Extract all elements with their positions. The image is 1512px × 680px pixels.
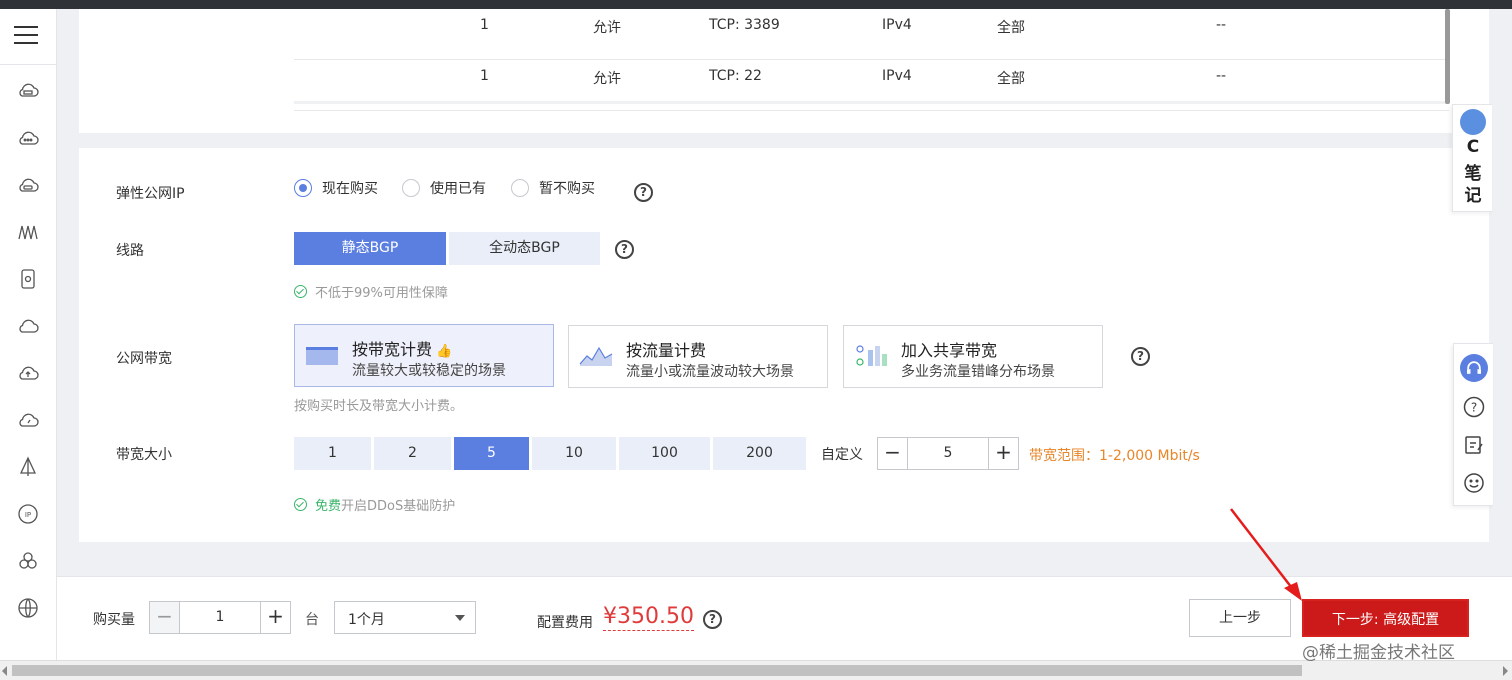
rule-protocol-port: TCP: 3389 xyxy=(709,17,780,33)
cloud-server-icon[interactable] xyxy=(16,79,40,103)
quantity-label: 购买量 xyxy=(93,612,135,628)
security-rules-panel: 1 允许 TCP: 3389 IPv4 全部 -- 1 允许 TCP: 22 I… xyxy=(79,9,1489,133)
cloud-upload-icon[interactable] xyxy=(16,361,40,385)
smiley-icon[interactable] xyxy=(1462,471,1486,495)
menu-icon[interactable] xyxy=(14,26,38,46)
radio-icon xyxy=(402,179,420,197)
rule-protocol-port: TCP: 22 xyxy=(709,68,762,84)
bandwidth-option-2[interactable]: 2 xyxy=(374,437,451,470)
rule-description: -- xyxy=(1216,68,1227,84)
traffic-chart-icon xyxy=(579,342,613,370)
ddos-note: 免费 开启DDoS基础防护 xyxy=(294,495,455,514)
sidebar-divider xyxy=(0,64,57,65)
svg-text:?: ? xyxy=(1471,401,1477,415)
bandwidth-option-5[interactable]: 5 xyxy=(454,437,529,470)
scrollbar-thumb[interactable] xyxy=(12,665,1302,676)
decrement-button[interactable]: − xyxy=(150,602,180,633)
quantity-input[interactable]: 1 xyxy=(180,602,260,633)
eip-option-use-existing[interactable]: 使用已有 xyxy=(402,178,486,198)
mobile-device-icon[interactable] xyxy=(16,267,40,291)
decrement-button[interactable]: − xyxy=(878,438,908,469)
radio-icon xyxy=(511,179,529,197)
increment-button[interactable]: + xyxy=(988,438,1018,469)
rule-type: IPv4 xyxy=(882,68,912,84)
bandwidth-type-label: 公网带宽 xyxy=(116,351,172,367)
rule-priority: 1 xyxy=(480,17,489,33)
billing-by-bandwidth-card[interactable]: 按带宽计费 👍 流量较大或较稳定的场景 xyxy=(294,324,554,387)
fee-label: 配置费用 xyxy=(537,615,593,631)
rules-table: 1 允许 TCP: 3389 IPv4 全部 -- 1 允许 TCP: 22 I… xyxy=(294,9,1449,111)
thumbs-up-icon: 👍 xyxy=(436,344,453,359)
bandwidth-range-text: 带宽范围：1-2,000 Mbit/s xyxy=(1029,448,1200,464)
scroll-left-icon[interactable] xyxy=(2,666,7,676)
bandwidth-option-1[interactable]: 1 xyxy=(294,437,371,470)
left-sidebar: IP xyxy=(0,9,57,660)
check-circle-icon xyxy=(294,285,307,298)
line-help-icon[interactable]: ? xyxy=(615,240,634,259)
bandwidth-option-100[interactable]: 100 xyxy=(619,437,710,470)
table-bottom-border xyxy=(294,101,1449,104)
chevron-down-icon xyxy=(455,615,465,621)
help-icon[interactable]: ? xyxy=(1462,395,1486,419)
eip-option-none[interactable]: 暂不购买 xyxy=(511,178,595,198)
eip-help-icon[interactable]: ? xyxy=(634,183,653,202)
svg-text:IP: IP xyxy=(25,511,31,519)
annotation-arrow xyxy=(1230,508,1302,601)
bandwidth-value-input[interactable]: 5 xyxy=(908,438,988,469)
watermark: @稀土掘金技术社区 xyxy=(1302,643,1455,663)
check-circle-icon xyxy=(294,498,307,511)
cluster-icon[interactable] xyxy=(16,549,40,573)
billing-by-traffic-card[interactable]: 按流量计费 流量小或流量波动较大场景 xyxy=(568,325,828,388)
cloud-dots-icon[interactable] xyxy=(16,126,40,150)
globe-icon[interactable] xyxy=(16,596,40,620)
rule-description: -- xyxy=(1216,17,1227,33)
table-row: 1 允许 TCP: 3389 IPv4 全部 -- xyxy=(294,9,1449,60)
shared-bandwidth-card[interactable]: 加入共享带宽 多业务流量错峰分布场景 xyxy=(843,325,1103,388)
rule-source: 全部 xyxy=(997,71,1025,87)
bandwidth-stepper: − 5 + xyxy=(877,437,1019,470)
network-wave-icon[interactable] xyxy=(16,220,40,244)
radio-selected-icon xyxy=(294,179,312,197)
top-bar xyxy=(0,0,1512,9)
duration-select[interactable]: 1个月 xyxy=(334,601,476,634)
rule-type: IPv4 xyxy=(882,17,912,33)
bandwidth-size-label: 带宽大小 xyxy=(116,447,172,463)
quantity-unit: 台 xyxy=(305,612,319,628)
bandwidth-chart-icon xyxy=(305,341,339,369)
line-availability-note: 不低于99%可用性保障 xyxy=(294,282,448,301)
line-option-dynamic-bgp[interactable]: 全动态BGP xyxy=(449,232,600,265)
shared-bandwidth-icon xyxy=(854,342,888,370)
billing-hint: 按购买时长及带宽大小计费。 xyxy=(294,399,464,414)
rule-policy: 允许 xyxy=(593,20,621,36)
horizontal-scrollbar[interactable] xyxy=(0,660,1512,680)
ip-icon[interactable]: IP xyxy=(16,502,40,526)
sail-icon[interactable] xyxy=(16,455,40,479)
rule-policy: 允许 xyxy=(593,71,621,87)
right-toolbar: ? xyxy=(1453,343,1493,506)
scroll-right-icon[interactable] xyxy=(1503,666,1508,676)
cloud-icon[interactable] xyxy=(16,314,40,338)
feedback-edit-icon[interactable] xyxy=(1462,433,1486,457)
note-plugin-icon xyxy=(1460,109,1486,135)
price-value[interactable]: ¥350.50 xyxy=(603,604,694,631)
quantity-stepper: − 1 + xyxy=(149,601,291,634)
line-option-static-bgp[interactable]: 静态BGP xyxy=(294,232,446,265)
line-label: 线路 xyxy=(116,243,144,259)
bandwidth-option-200[interactable]: 200 xyxy=(713,437,806,470)
cloud-gauge-icon[interactable] xyxy=(16,408,40,432)
bandwidth-type-help-icon[interactable]: ? xyxy=(1131,347,1150,366)
increment-button[interactable]: + xyxy=(260,602,290,633)
customer-service-icon[interactable] xyxy=(1460,354,1488,382)
eip-option-buy-now[interactable]: 现在购买 xyxy=(294,178,378,198)
note-plugin-tab[interactable]: C 笔 记 xyxy=(1452,104,1492,212)
bandwidth-option-10[interactable]: 10 xyxy=(532,437,616,470)
table-scrollbar[interactable] xyxy=(1445,9,1450,104)
cloud-box-icon[interactable] xyxy=(16,173,40,197)
rule-priority: 1 xyxy=(480,68,489,84)
rule-source: 全部 xyxy=(997,20,1025,36)
eip-label: 弹性公网IP xyxy=(116,186,185,202)
price-help-icon[interactable]: ? xyxy=(703,610,722,629)
custom-bandwidth-label: 自定义 xyxy=(821,447,863,463)
